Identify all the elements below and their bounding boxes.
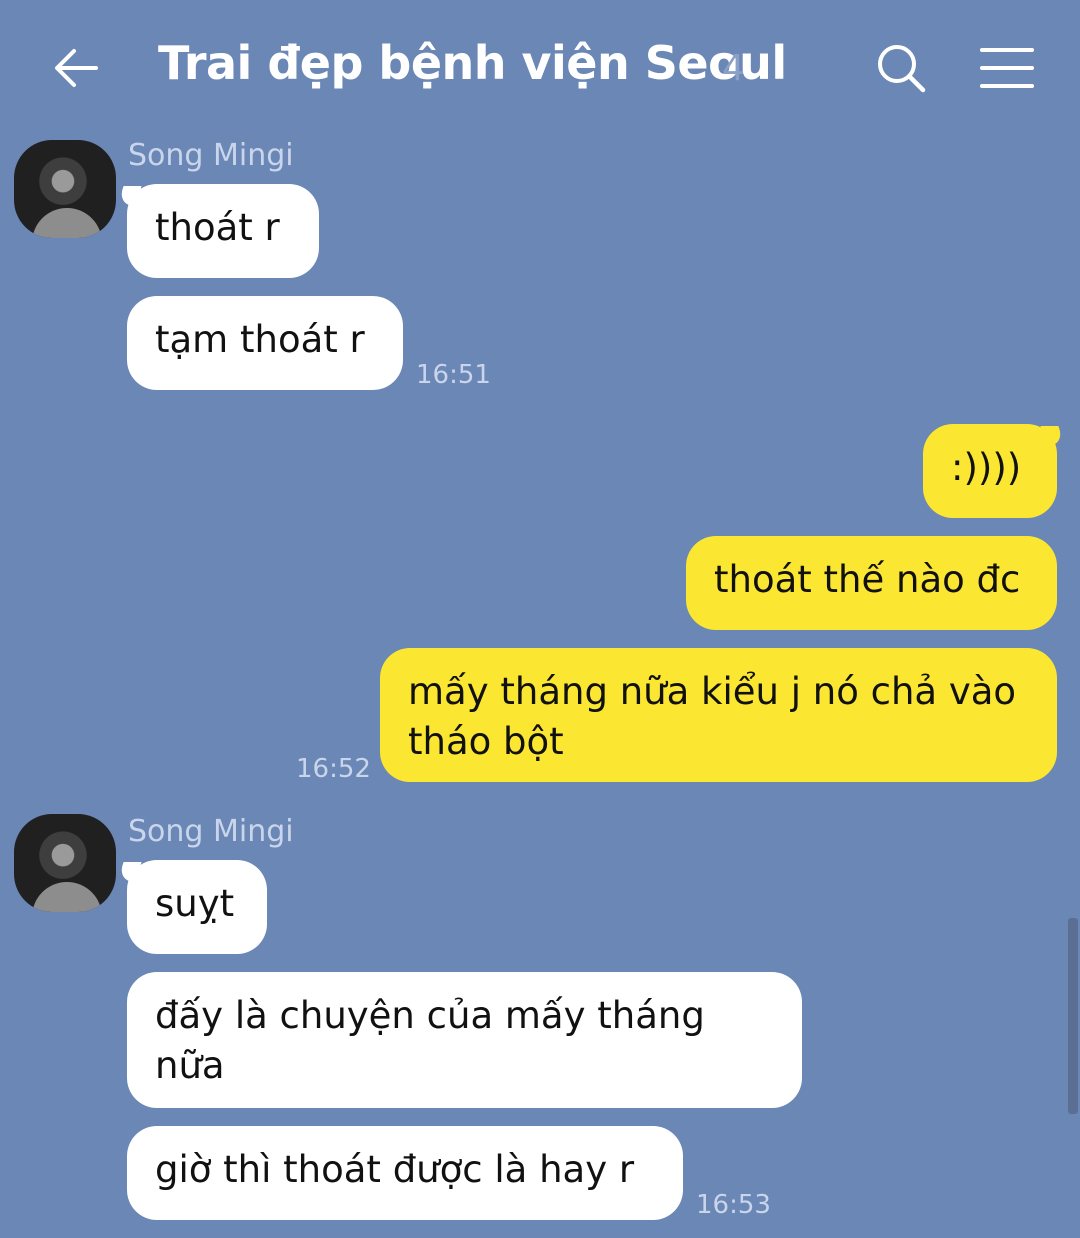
avatar[interactable]: [14, 814, 116, 912]
incoming-message[interactable]: tạm thoát r: [127, 296, 403, 390]
message-timestamp: 16:52: [296, 754, 371, 784]
hamburger-menu-icon[interactable]: [978, 44, 1036, 92]
incoming-message[interactable]: thoát r: [127, 184, 319, 278]
message-timestamp: 16:53: [696, 1190, 771, 1220]
outgoing-message[interactable]: thoát thế nào đc: [686, 536, 1057, 630]
sender-name: Song Mingi: [128, 138, 294, 173]
incoming-message[interactable]: đấy là chuyện của mấy tháng nữa: [127, 972, 802, 1108]
search-icon[interactable]: [873, 40, 929, 96]
outgoing-message[interactable]: mấy tháng nữa kiểu j nó chả vào tháo bột: [380, 648, 1057, 782]
avatar[interactable]: [14, 140, 116, 238]
member-count: 4: [722, 48, 745, 89]
incoming-message[interactable]: giờ thì thoát được là hay r: [127, 1126, 683, 1220]
sender-name: Song Mingi: [128, 814, 294, 849]
scrollbar[interactable]: [1068, 918, 1078, 1114]
back-arrow-icon[interactable]: [50, 42, 102, 94]
chat-title: Trai đẹp bệnh viện Seoul: [158, 36, 787, 90]
message-timestamp: 16:51: [416, 360, 491, 390]
incoming-message[interactable]: suỵt: [127, 860, 267, 954]
chat-header: Trai đẹp bệnh viện Seoul 4: [0, 0, 1080, 135]
outgoing-message[interactable]: :)))): [923, 424, 1057, 518]
